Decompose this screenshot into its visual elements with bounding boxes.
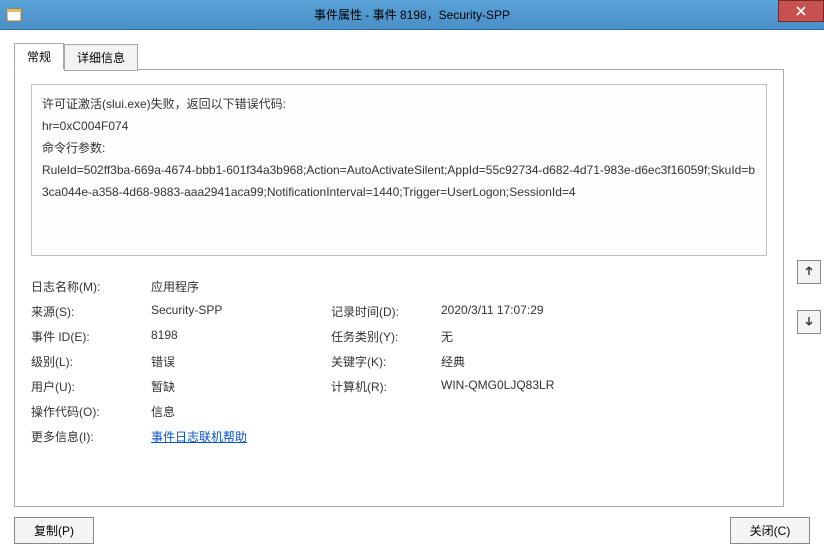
window-close-button[interactable] (778, 0, 824, 22)
dialog-buttons: 复制(P) 关闭(C) (14, 517, 810, 544)
desc-line: 命令行参数: (42, 137, 756, 159)
value-event-id: 8198 (151, 324, 331, 349)
title-bar: 事件属性 - 事件 8198，Security-SPP (0, 0, 824, 30)
label-source: 来源(S): (31, 299, 151, 324)
value-source: Security-SPP (151, 299, 331, 324)
desc-line: hr=0xC004F074 (42, 115, 756, 137)
label-keywords: 关键字(K): (331, 349, 441, 374)
label-opcode: 操作代码(O): (31, 399, 151, 424)
label-computer: 计算机(R): (331, 374, 441, 399)
window-title: 事件属性 - 事件 8198，Security-SPP (0, 6, 824, 23)
value-log-name: 应用程序 (151, 274, 331, 299)
app-icon (6, 7, 22, 23)
label-level: 级别(L): (31, 349, 151, 374)
label-logged: 记录时间(D): (331, 299, 441, 324)
close-icon (796, 3, 806, 19)
tab-details[interactable]: 详细信息 (64, 44, 138, 71)
client-area: 常规 详细信息 许可证激活(slui.exe)失败，返回以下错误代码: hr=0… (0, 30, 824, 554)
event-fields: 日志名称(M): 应用程序 来源(S): Security-SPP 记录时间(D… (31, 274, 767, 449)
next-event-button[interactable] (797, 310, 821, 334)
event-description-box: 许可证激活(slui.exe)失败，返回以下错误代码: hr=0xC004F07… (31, 84, 767, 256)
value-logged: 2020/3/11 17:07:29 (441, 299, 661, 324)
tab-general[interactable]: 常规 (14, 43, 64, 70)
tab-container: 常规 详细信息 许可证激活(slui.exe)失败，返回以下错误代码: hr=0… (14, 42, 784, 507)
tab-strip: 常规 详细信息 (14, 42, 784, 69)
label-more-info: 更多信息(I): (31, 424, 151, 449)
value-user: 暂缺 (151, 374, 331, 399)
value-computer: WIN-QMG0LJQ83LR (441, 374, 661, 399)
value-task-category: 无 (441, 324, 661, 349)
tab-panel-general: 许可证激活(slui.exe)失败，返回以下错误代码: hr=0xC004F07… (14, 69, 784, 507)
label-event-id: 事件 ID(E): (31, 324, 151, 349)
label-log-name: 日志名称(M): (31, 274, 151, 299)
label-task-category: 任务类别(Y): (331, 324, 441, 349)
desc-line: RuleId=502ff3ba-669a-4674-bbb1-601f34a3b… (42, 159, 756, 203)
value-keywords: 经典 (441, 349, 661, 374)
desc-line: 许可证激活(slui.exe)失败，返回以下错误代码: (42, 93, 756, 115)
nav-buttons (797, 260, 821, 334)
close-button[interactable]: 关闭(C) (730, 517, 810, 544)
copy-button[interactable]: 复制(P) (14, 517, 94, 544)
label-user: 用户(U): (31, 374, 151, 399)
value-level: 错误 (151, 349, 331, 374)
link-event-log-online-help[interactable]: 事件日志联机帮助 (151, 430, 247, 444)
arrow-up-icon (804, 265, 814, 279)
arrow-down-icon (804, 315, 814, 329)
prev-event-button[interactable] (797, 260, 821, 284)
value-opcode: 信息 (151, 399, 331, 424)
